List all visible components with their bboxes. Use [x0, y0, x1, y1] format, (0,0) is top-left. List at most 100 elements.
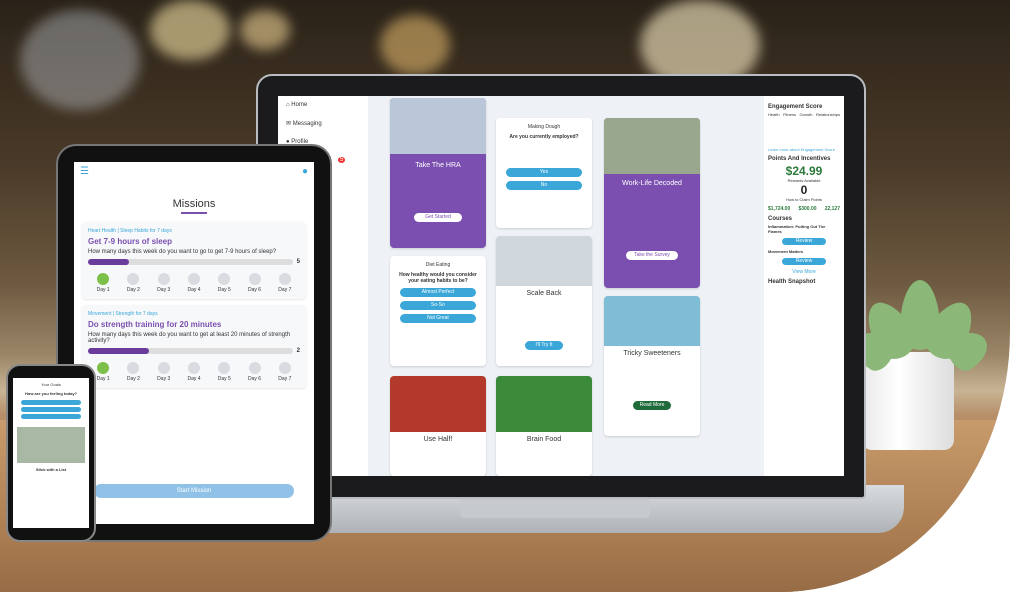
day-check[interactable]: Day 2: [127, 273, 140, 293]
phone-device: Your Goals How are you feeling today? St…: [6, 364, 96, 542]
health-icon: Health: [768, 112, 780, 117]
day-check[interactable]: Day 1: [97, 362, 110, 382]
nav-messaging[interactable]: ✉ Messaging: [278, 114, 368, 133]
courses-title: Courses: [768, 216, 793, 222]
employed-card: Making Dough Are you currently employed?…: [496, 118, 592, 228]
phone-article-title: Stick with a List: [35, 467, 67, 472]
day-tracker: Day 1 Day 2 Day 3 Day 4 Day 5 Day 6 Day …: [88, 362, 300, 382]
slider-fill: [88, 348, 150, 354]
snapshot-title: Health Snapshot: [768, 279, 816, 285]
relationships-icon: Relationships: [815, 112, 840, 117]
growth-icon: Growth: [799, 112, 813, 117]
scale-image: [496, 236, 592, 286]
menu-icon[interactable]: ☰: [80, 166, 89, 177]
day-check[interactable]: Day 3: [157, 362, 170, 382]
employed-no[interactable]: No: [505, 181, 583, 190]
sweeteners-card[interactable]: Tricky Sweeteners Read More: [604, 296, 700, 436]
start-mission-button[interactable]: Start Mission: [94, 484, 294, 498]
employed-yes[interactable]: Yes: [505, 168, 583, 177]
diet-option-2[interactable]: So-So: [399, 301, 477, 310]
user-icon[interactable]: ●: [302, 166, 308, 177]
hra-start-button[interactable]: Get Started: [414, 213, 462, 222]
day-check[interactable]: Day 3: [157, 273, 170, 293]
title-underline: [181, 212, 207, 214]
tablet-screen: ☰ ● Missions Heart Health | Sleep Habits…: [74, 162, 314, 524]
hra-body: [390, 169, 486, 209]
mission-slider[interactable]: [88, 259, 293, 265]
day-check[interactable]: Day 6: [248, 273, 261, 293]
nav-home[interactable]: ⌂ Home: [278, 96, 368, 114]
mission-tag: Movement | Strength for 7 days: [88, 311, 158, 317]
slider-value: 2: [296, 348, 300, 354]
bokeh-light: [20, 10, 140, 110]
diet-option-1[interactable]: Almost Perfect: [399, 288, 477, 297]
diet-label: Diet Eating: [425, 262, 451, 268]
missions-title: Missions: [172, 198, 216, 210]
worklife-survey-button[interactable]: Take the Survey: [625, 251, 679, 260]
scale-title: Scale Back: [526, 290, 562, 297]
mission-slider[interactable]: [88, 348, 293, 354]
diet-option-3[interactable]: Not Great: [399, 314, 477, 323]
tablet-device: ☰ ● Missions Heart Health | Sleep Habits…: [56, 144, 332, 542]
tablet-header: ☰ ●: [74, 162, 314, 180]
notification-badge: 5: [338, 157, 346, 163]
stats-row: $1,724.00 $300.00 22,127: [768, 206, 840, 212]
sweeteners-title: Tricky Sweeteners: [623, 350, 681, 357]
sweeteners-read-button[interactable]: Read More: [632, 401, 672, 410]
phone-option[interactable]: [20, 414, 82, 419]
day-check[interactable]: Day 2: [127, 362, 140, 382]
day-check[interactable]: Day 1: [97, 273, 110, 293]
laptop-trackpad: [460, 496, 650, 518]
photo-scene: ⌂ Home ✉ Messaging ● Profile 5 Take The …: [0, 0, 1010, 592]
mission-title: Do strength training for 20 minutes: [88, 320, 222, 329]
brain-title: Brain Food: [526, 436, 562, 443]
day-tracker: Day 1 Day 2 Day 3 Day 4 Day 5 Day 6 Day …: [88, 273, 300, 293]
engagement-link[interactable]: Learn more about Engagement Score: [768, 147, 840, 152]
hra-card[interactable]: Take The HRA Get Started: [390, 98, 486, 248]
day-check[interactable]: Day 7: [278, 273, 291, 293]
bokeh-light: [240, 10, 290, 50]
view-more-link[interactable]: View More: [768, 269, 840, 275]
engagement-icons: Health Fitness Growth Relationships: [768, 112, 840, 117]
stat-1: $1,724.00: [768, 206, 791, 212]
day-check[interactable]: Day 5: [218, 273, 231, 293]
day-check[interactable]: Day 7: [278, 362, 291, 382]
phone-option[interactable]: [20, 407, 82, 412]
right-column: Engagement Score Health Fitness Growth R…: [764, 96, 844, 476]
scale-card[interactable]: Scale Back I'll Try It: [496, 236, 592, 366]
worklife-body: [604, 187, 700, 247]
slider-value: 5: [296, 259, 300, 265]
todo-label: How to Claim Points: [785, 197, 822, 202]
mission-title: Get 7-9 hours of sleep: [88, 237, 173, 246]
mission-question: How many days this week do you want to g…: [88, 332, 291, 344]
use-half-image: [390, 376, 486, 432]
sweeteners-body: [604, 357, 700, 397]
day-check[interactable]: Day 6: [248, 362, 261, 382]
day-check[interactable]: Day 5: [218, 362, 231, 382]
use-half-title: Use Half!: [423, 436, 453, 443]
brain-card[interactable]: Brain Food: [496, 376, 592, 476]
nav-messaging-label: Messaging: [292, 121, 322, 127]
phone-option[interactable]: [20, 400, 82, 405]
brain-image: [496, 376, 592, 432]
course-1-title: Inflammation: Putting Out The Flames: [768, 224, 826, 234]
points-title: Points And Incentives: [768, 156, 831, 162]
sweeteners-image: [604, 296, 700, 346]
scale-body: [496, 297, 592, 337]
mission-card-strength: Movement | Strength for 7 days Do streng…: [82, 305, 306, 388]
worklife-image: [604, 118, 700, 174]
use-half-card[interactable]: Use Half!: [390, 376, 486, 476]
scale-try-button[interactable]: I'll Try It: [524, 341, 564, 350]
hra-image: [390, 98, 486, 154]
todo-count: 0: [800, 183, 808, 197]
mission-tag: Heart Health | Sleep Habits for 7 days: [88, 228, 172, 234]
day-check[interactable]: Day 4: [187, 273, 200, 293]
slider-fill: [88, 259, 129, 265]
employed-label: Making Dough: [527, 124, 561, 130]
nav-home-label: Home: [291, 102, 308, 108]
course-2-review-button[interactable]: Review: [782, 258, 826, 265]
rewards-amount: $24.99: [785, 164, 823, 178]
course-1-review-button[interactable]: Review: [782, 238, 826, 245]
day-check[interactable]: Day 4: [187, 362, 200, 382]
worklife-card[interactable]: Work-Life Decoded Take the Survey: [604, 118, 700, 288]
